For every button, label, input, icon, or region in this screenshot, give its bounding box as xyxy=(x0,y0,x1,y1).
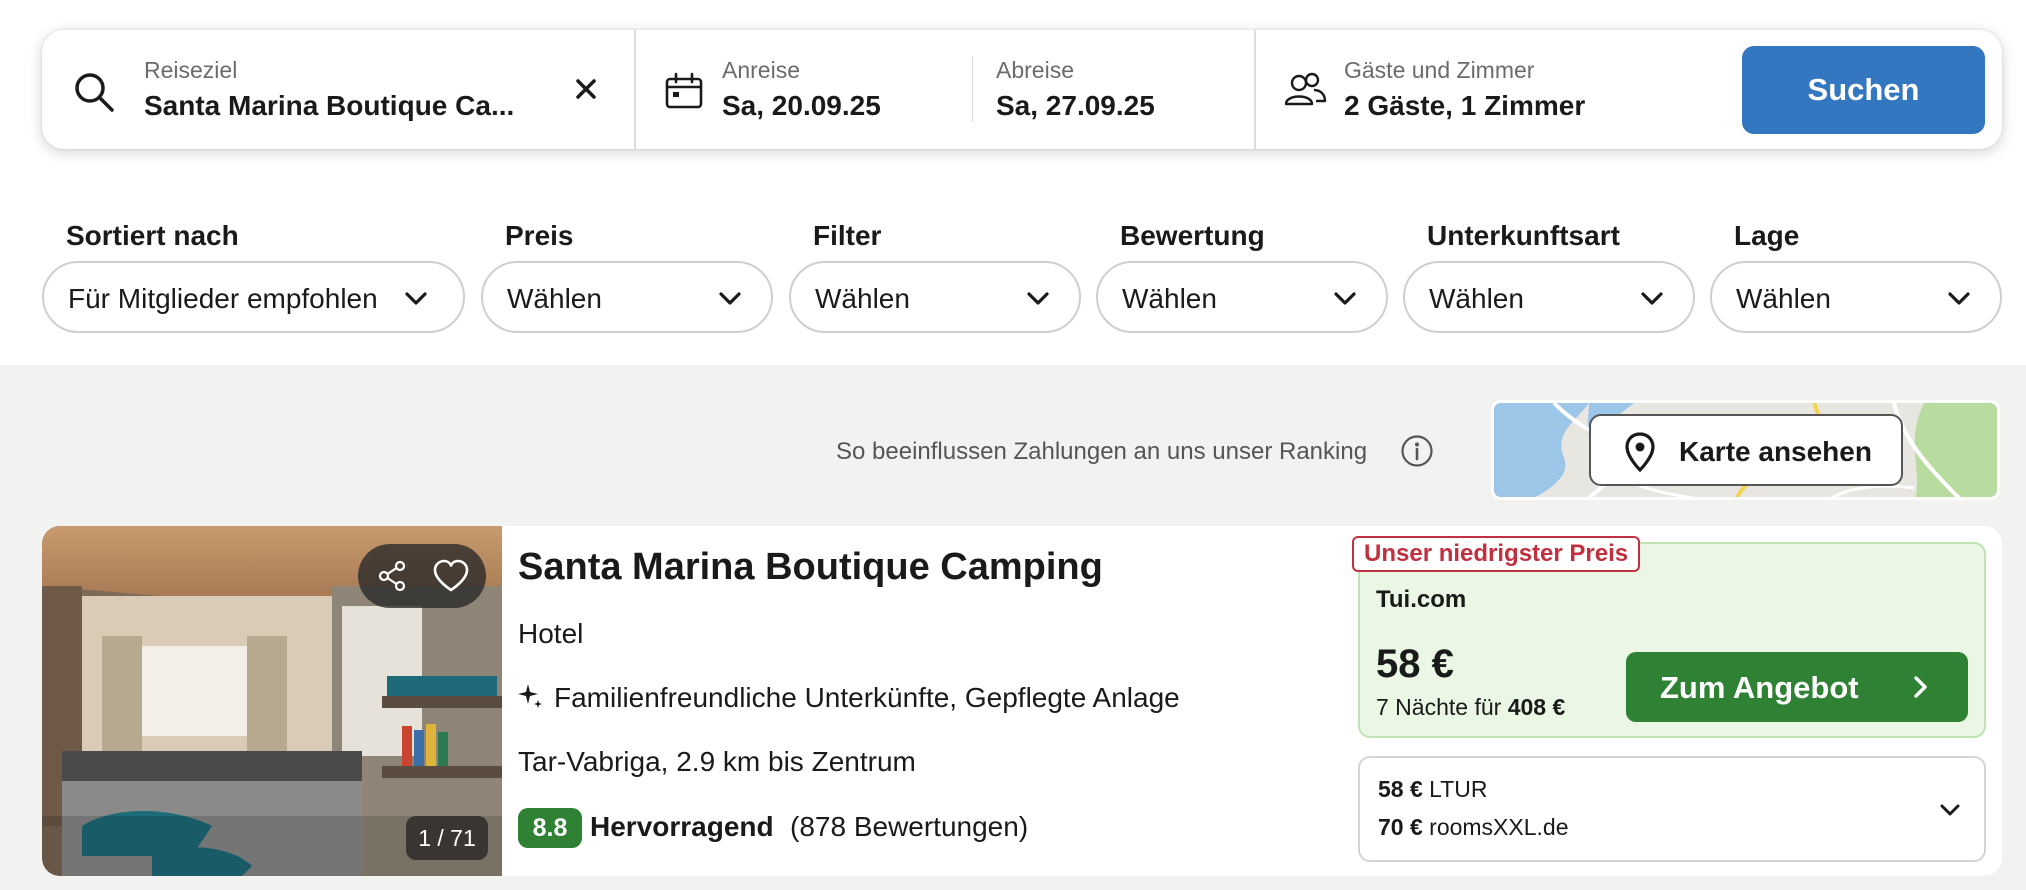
checkout-field[interactable]: Abreise Sa, 27.09.25 xyxy=(982,30,1282,149)
filter-dropdown[interactable]: Wählen xyxy=(789,261,1081,333)
view-map-label: Karte ansehen xyxy=(1679,436,1872,467)
other-deal-row: 58 € LTUR xyxy=(1378,776,1488,803)
accommodation-type-dropdown[interactable]: Wählen xyxy=(1403,261,1695,333)
guests-label: Gäste und Zimmer xyxy=(1344,57,1535,83)
destination-field[interactable]: Reiseziel Santa Marina Boutique Ca... xyxy=(42,30,634,149)
checkin-field[interactable]: Anreise Sa, 20.09.25 xyxy=(636,30,962,149)
map-pin-icon xyxy=(1625,432,1655,477)
deal-provider: Tui.com xyxy=(1376,586,1467,613)
filter-label: Preis xyxy=(505,220,574,251)
view-offer-button[interactable]: Zum Angebot xyxy=(1626,652,1968,722)
chevron-down-icon xyxy=(1639,286,1665,317)
search-bar: Reiseziel Santa Marina Boutique Ca... An… xyxy=(42,30,2002,149)
filter-label: Unterkunftsart xyxy=(1427,220,1620,251)
clear-icon[interactable] xyxy=(567,70,605,108)
other-deal-provider: LTUR xyxy=(1429,776,1488,802)
hotel-name-link[interactable]: Santa Marina Boutique Camping xyxy=(518,546,1103,589)
chevron-down-icon xyxy=(1946,286,1972,317)
info-icon[interactable] xyxy=(1400,434,1434,473)
chevron-down-icon xyxy=(1332,286,1358,317)
checkin-label: Anreise xyxy=(722,57,800,83)
sparkle-icon xyxy=(516,682,544,717)
other-deal-price: 70 € xyxy=(1378,814,1423,840)
filter-label: Bewertung xyxy=(1120,220,1265,251)
chevron-down-icon xyxy=(1938,798,1962,827)
share-icon[interactable] xyxy=(376,560,408,597)
filter-location: Lage Wählen xyxy=(1710,220,2002,334)
other-deal-provider: roomsXXL.de xyxy=(1429,814,1569,840)
guests-field[interactable]: Gäste und Zimmer 2 Gäste, 1 Zimmer xyxy=(1256,30,1726,149)
deal-nights-total: 408 € xyxy=(1507,694,1566,720)
search-icon xyxy=(72,70,116,119)
rating-dropdown[interactable]: Wählen xyxy=(1096,261,1388,333)
chevron-down-icon xyxy=(1025,286,1051,317)
filter-label: Sortiert nach xyxy=(66,220,239,251)
heart-icon[interactable] xyxy=(432,559,470,598)
filter-sort: Sortiert nach Für Mitglieder empfohlen xyxy=(42,220,465,334)
filter-value: Wählen xyxy=(815,283,910,314)
calendar-icon xyxy=(664,72,704,115)
chevron-down-icon xyxy=(717,286,743,317)
view-offer-label: Zum Angebot xyxy=(1660,670,1859,705)
filter-price: Preis Wählen xyxy=(481,220,773,334)
filter-value: Wählen xyxy=(1122,283,1217,314)
guests-icon xyxy=(1282,70,1328,115)
rating-count[interactable]: (878 Bewertungen) xyxy=(790,811,1028,843)
filter-label: Lage xyxy=(1734,220,1800,251)
filter-label: Filter xyxy=(813,220,882,251)
deal-price: 58 € xyxy=(1376,642,1454,686)
view-map-button[interactable]: Karte ansehen xyxy=(1589,414,1903,486)
filter-filter: Filter Wählen xyxy=(789,220,1081,334)
result-card: 1 / 71 Santa Marina Boutique Camping Hot… xyxy=(42,526,2002,876)
filter-rating: Bewertung Wählen xyxy=(1096,220,1388,334)
other-deal-row: 70 € roomsXXL.de xyxy=(1378,814,1569,841)
hotel-location: Tar-Vabriga, 2.9 km bis Zentrum xyxy=(518,746,916,777)
location-dropdown[interactable]: Wählen xyxy=(1710,261,2002,333)
guests-value[interactable]: 2 Gäste, 1 Zimmer xyxy=(1344,90,1585,122)
filter-value: Wählen xyxy=(507,283,602,314)
sort-dropdown[interactable]: Für Mitglieder empfohlen xyxy=(42,261,465,333)
rating-word: Hervorragend xyxy=(590,811,774,842)
search-button[interactable]: Suchen xyxy=(1742,46,1985,134)
chevron-right-icon xyxy=(1908,674,1932,703)
checkout-value[interactable]: Sa, 27.09.25 xyxy=(996,90,1155,122)
deal-nights-prefix: 7 Nächte für xyxy=(1376,694,1502,720)
filter-value: Wählen xyxy=(1736,283,1831,314)
hotel-features: Familienfreundliche Unterkünfte, Gepfleg… xyxy=(554,682,1180,713)
ranking-note-link[interactable]: So beeinflussen Zahlungen an uns unser R… xyxy=(836,438,1367,466)
photo-actions xyxy=(358,544,486,608)
filter-value: Wählen xyxy=(1429,283,1524,314)
price-dropdown[interactable]: Wählen xyxy=(481,261,773,333)
chevron-down-icon xyxy=(403,286,429,317)
photo-counter: 1 / 71 xyxy=(406,816,488,860)
destination-label: Reiseziel xyxy=(144,57,238,83)
destination-value[interactable]: Santa Marina Boutique Ca... xyxy=(144,90,514,122)
divider xyxy=(972,56,973,122)
filter-value: Für Mitglieder empfohlen xyxy=(68,283,378,314)
checkout-label: Abreise xyxy=(996,57,1074,83)
lowest-price-badge: Unser niedrigster Preis xyxy=(1352,536,1641,572)
checkin-value[interactable]: Sa, 20.09.25 xyxy=(722,90,881,122)
other-deals-dropdown[interactable]: 58 € LTUR 70 € roomsXXL.de xyxy=(1358,756,1986,862)
hotel-type: Hotel xyxy=(518,618,584,649)
other-deal-price: 58 € xyxy=(1378,776,1423,802)
rating-badge: 8.8 xyxy=(518,808,582,848)
filter-accommodation-type: Unterkunftsart Wählen xyxy=(1403,220,1695,334)
deal-nights: 7 Nächte für 408 € xyxy=(1376,694,1565,721)
